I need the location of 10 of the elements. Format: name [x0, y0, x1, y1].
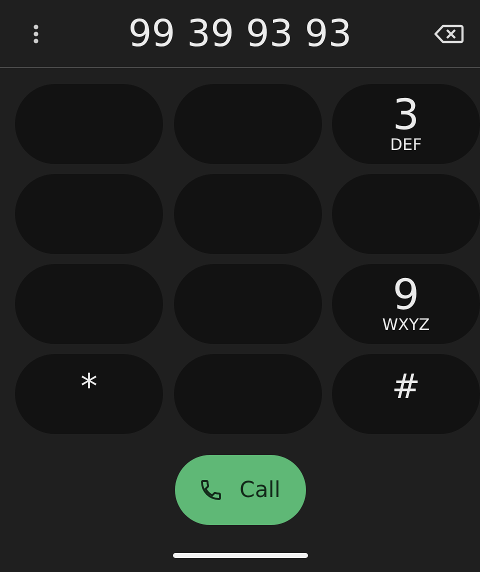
dial-key[interactable]: # — [332, 354, 480, 434]
more-vertical-icon — [33, 24, 39, 44]
home-indicator[interactable] — [172, 553, 308, 558]
dial-key[interactable]: 3 DEF — [332, 84, 480, 164]
phone-number: 99 39 93 93 — [128, 15, 352, 52]
backspace-icon — [434, 24, 464, 44]
dial-key[interactable]: * — [15, 354, 163, 434]
dial-key[interactable]: 9 WXYZ — [332, 264, 480, 344]
call-button[interactable]: Call — [174, 455, 306, 525]
phone-icon — [199, 478, 224, 502]
